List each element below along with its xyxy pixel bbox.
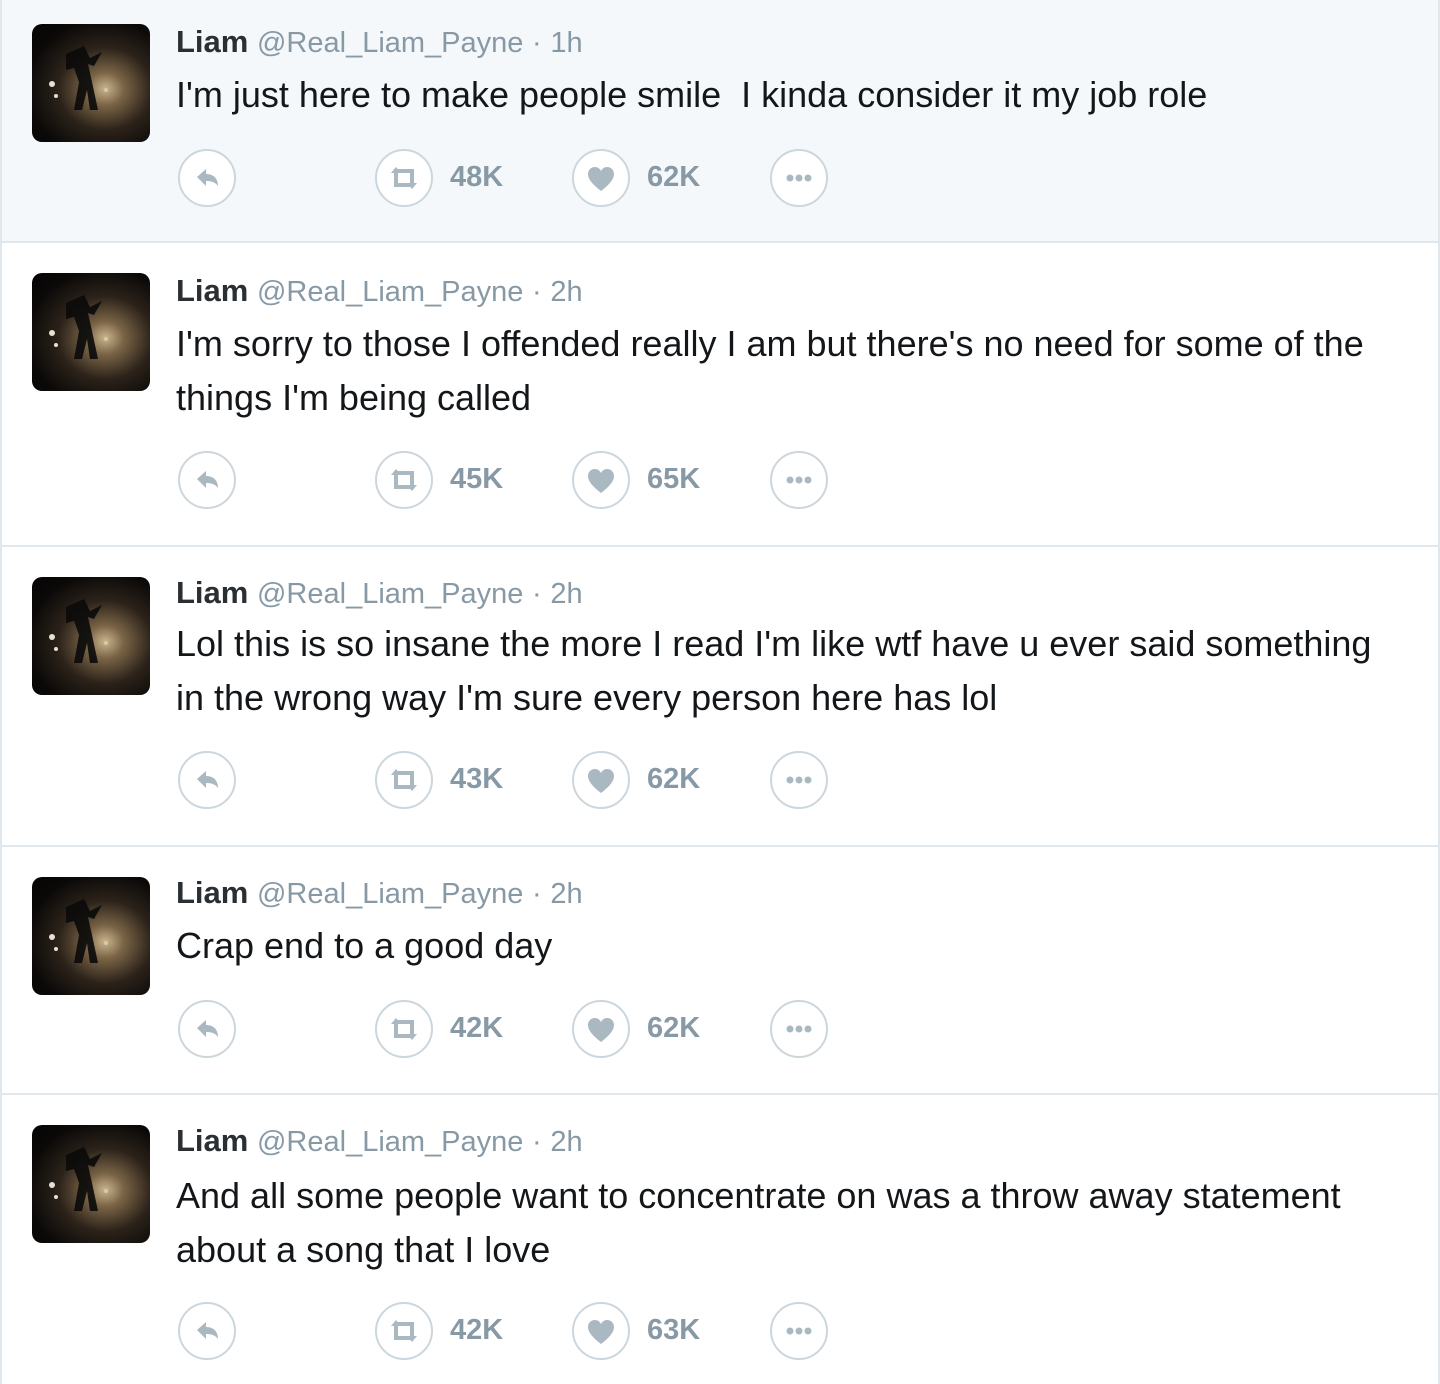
reply-arrow-icon bbox=[197, 1322, 218, 1339]
tweet-actions: 42K 63K bbox=[176, 1302, 856, 1364]
retweet-count: 45K bbox=[450, 463, 504, 495]
tweet-header: Liam @Real_Liam_Payne · 2h bbox=[176, 1121, 583, 1162]
heart-icon bbox=[588, 469, 614, 493]
tweet-header: Liam @Real_Liam_Payne · 2h bbox=[176, 573, 583, 614]
tweet[interactable]: Liam @Real_Liam_Payne · 2h And all some … bbox=[2, 1095, 1438, 1384]
reply-button[interactable] bbox=[178, 1000, 236, 1058]
tweet-header: Liam @Real_Liam_Payne · 2h bbox=[176, 873, 583, 914]
user-handle[interactable]: @Real_Liam_Payne bbox=[257, 276, 523, 308]
like-button[interactable] bbox=[572, 1302, 630, 1360]
more-button[interactable] bbox=[770, 451, 828, 509]
more-button[interactable] bbox=[770, 1000, 828, 1058]
more-button[interactable] bbox=[770, 751, 828, 809]
like-button[interactable] bbox=[572, 1000, 630, 1058]
timestamp[interactable]: 2h bbox=[550, 578, 582, 610]
more-dots-icon bbox=[786, 776, 812, 784]
reply-arrow-icon bbox=[197, 471, 218, 488]
tweet-actions: 45K 65K bbox=[176, 451, 856, 513]
like-count: 63K bbox=[647, 1314, 701, 1346]
separator: · bbox=[532, 27, 542, 59]
reply-arrow-icon bbox=[197, 169, 218, 186]
retweet-icon bbox=[391, 769, 417, 791]
heart-icon bbox=[588, 167, 614, 191]
more-button[interactable] bbox=[770, 149, 828, 207]
tweet-header: Liam @Real_Liam_Payne · 2h bbox=[176, 271, 583, 312]
heart-icon bbox=[588, 769, 614, 793]
avatar[interactable] bbox=[32, 877, 150, 995]
timestamp[interactable]: 1h bbox=[550, 27, 582, 59]
heart-icon bbox=[588, 1320, 614, 1344]
retweet-count: 48K bbox=[450, 161, 504, 193]
tweet-text: And all some people want to concentrate … bbox=[176, 1175, 1351, 1270]
separator: · bbox=[532, 578, 542, 610]
avatar[interactable] bbox=[32, 24, 150, 142]
more-dots-icon bbox=[786, 476, 812, 484]
timestamp[interactable]: 2h bbox=[550, 878, 582, 910]
reply-arrow-icon bbox=[197, 771, 218, 788]
tweet-text: Lol this is so insane the more I read I'… bbox=[176, 623, 1382, 718]
user-handle[interactable]: @Real_Liam_Payne bbox=[257, 1126, 523, 1158]
reply-button[interactable] bbox=[178, 1302, 236, 1360]
more-dots-icon bbox=[786, 1327, 812, 1335]
retweet-icon bbox=[391, 469, 417, 491]
tweet[interactable]: Liam @Real_Liam_Payne · 2h I'm sorry to … bbox=[2, 243, 1438, 547]
user-handle[interactable]: @Real_Liam_Payne bbox=[257, 578, 523, 610]
separator: · bbox=[532, 276, 542, 308]
user-name[interactable]: Liam bbox=[176, 273, 248, 308]
tweet-timeline: Liam @Real_Liam_Payne · 1h I'm just here… bbox=[0, 0, 1440, 1384]
timestamp[interactable]: 2h bbox=[550, 1126, 582, 1158]
like-button[interactable] bbox=[572, 149, 630, 207]
like-count: 62K bbox=[647, 161, 701, 193]
retweet-button[interactable] bbox=[375, 451, 433, 509]
tweet-text: I'm sorry to those I offended really I a… bbox=[176, 323, 1374, 418]
retweet-count: 43K bbox=[450, 763, 504, 795]
timestamp[interactable]: 2h bbox=[550, 276, 582, 308]
user-handle[interactable]: @Real_Liam_Payne bbox=[257, 27, 523, 59]
like-count: 65K bbox=[647, 463, 701, 495]
user-handle[interactable]: @Real_Liam_Payne bbox=[257, 878, 523, 910]
retweet-count: 42K bbox=[450, 1314, 504, 1346]
like-button[interactable] bbox=[572, 451, 630, 509]
reply-button[interactable] bbox=[178, 149, 236, 207]
tweet-actions: 48K 62K bbox=[176, 149, 856, 211]
like-count: 62K bbox=[647, 763, 701, 795]
like-button[interactable] bbox=[572, 751, 630, 809]
avatar[interactable] bbox=[32, 577, 150, 695]
tweet-text: I'm just here to make people smile I kin… bbox=[176, 74, 1208, 115]
retweet-icon bbox=[391, 1320, 417, 1342]
user-name[interactable]: Liam bbox=[176, 1123, 248, 1158]
avatar[interactable] bbox=[32, 273, 150, 391]
reply-button[interactable] bbox=[178, 751, 236, 809]
tweet-header: Liam @Real_Liam_Payne · 1h bbox=[176, 22, 583, 63]
avatar[interactable] bbox=[32, 1125, 150, 1243]
user-name[interactable]: Liam bbox=[176, 575, 248, 610]
retweet-icon bbox=[391, 1018, 417, 1040]
retweet-button[interactable] bbox=[375, 149, 433, 207]
user-name[interactable]: Liam bbox=[176, 24, 248, 59]
user-name[interactable]: Liam bbox=[176, 875, 248, 910]
heart-icon bbox=[588, 1018, 614, 1042]
retweet-button[interactable] bbox=[375, 1000, 433, 1058]
more-button[interactable] bbox=[770, 1302, 828, 1360]
retweet-count: 42K bbox=[450, 1012, 504, 1044]
tweet[interactable]: Liam @Real_Liam_Payne · 2h Crap end to a… bbox=[2, 847, 1438, 1095]
separator: · bbox=[532, 1126, 542, 1158]
retweet-button[interactable] bbox=[375, 751, 433, 809]
reply-button[interactable] bbox=[178, 451, 236, 509]
retweet-button[interactable] bbox=[375, 1302, 433, 1360]
tweet[interactable]: Liam @Real_Liam_Payne · 1h I'm just here… bbox=[2, 0, 1438, 243]
tweet-actions: 42K 62K bbox=[176, 1000, 856, 1062]
reply-arrow-icon bbox=[197, 1020, 218, 1037]
tweet[interactable]: Liam @Real_Liam_Payne · 2h Lol this is s… bbox=[2, 547, 1438, 847]
separator: · bbox=[532, 878, 542, 910]
more-dots-icon bbox=[786, 174, 812, 182]
tweet-text: Crap end to a good day bbox=[176, 925, 553, 966]
more-dots-icon bbox=[786, 1025, 812, 1033]
retweet-icon bbox=[391, 167, 417, 189]
tweet-actions: 43K 62K bbox=[176, 751, 856, 813]
like-count: 62K bbox=[647, 1012, 701, 1044]
